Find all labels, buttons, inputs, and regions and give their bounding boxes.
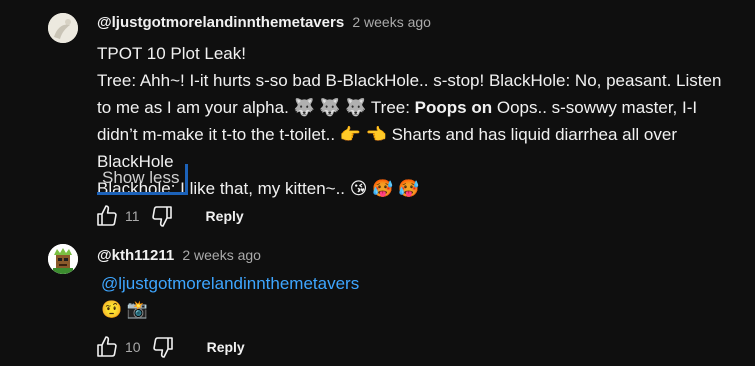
- avatar-image-icon: [48, 244, 78, 274]
- thumbs-down-icon: [151, 206, 172, 227]
- comment-emoji-text: 🤨 📸: [101, 300, 149, 319]
- comment-header: @ljustgotmorelandinnthemetavers 2 weeks …: [97, 14, 431, 31]
- like-count: 10: [125, 339, 141, 355]
- comment-bold-text: Poops on: [414, 98, 493, 117]
- comment-actions: 10 Reply: [93, 333, 245, 361]
- thumbs-down-icon: [152, 337, 173, 358]
- comment-timestamp[interactable]: 2 weeks ago: [352, 14, 431, 30]
- comment-line: Blackhole: I like that, my kitten~.. 😘 🥵…: [97, 179, 420, 198]
- comment-timestamp[interactable]: 2 weeks ago: [182, 247, 261, 263]
- dislike-button[interactable]: [148, 202, 176, 230]
- like-count: 11: [125, 208, 140, 224]
- comment-actions: 11 Reply: [93, 202, 244, 230]
- comment-line: Tree: Ahh~! I-it hurts s-so bad B-BlackH…: [97, 67, 727, 175]
- avatar-image-icon: [48, 13, 78, 43]
- comment-author[interactable]: @ljustgotmorelandinnthemetavers: [97, 14, 344, 31]
- avatar[interactable]: [48, 13, 78, 43]
- mention-link[interactable]: @ljustgotmorelandinnthemetavers: [101, 274, 359, 294]
- reply-button[interactable]: Reply: [207, 339, 245, 355]
- reply-button[interactable]: Reply: [206, 208, 244, 224]
- like-button[interactable]: [93, 202, 121, 230]
- thumbs-up-icon: [97, 336, 117, 357]
- avatar[interactable]: [48, 244, 78, 274]
- comment-header: @kth11211 2 weeks ago: [97, 247, 261, 264]
- comment-text: TPOT 10 Plot Leak! Tree: Ahh~! I-it hurt…: [97, 40, 727, 202]
- dislike-button[interactable]: [149, 333, 177, 361]
- comments-section: @ljustgotmorelandinnthemetavers 2 weeks …: [0, 0, 755, 366]
- comment-line: TPOT 10 Plot Leak!: [97, 44, 246, 63]
- show-less-button[interactable]: Show less: [97, 164, 189, 195]
- thumbs-up-icon: [97, 205, 117, 226]
- comment-author[interactable]: @kth11211: [97, 247, 174, 264]
- like-button[interactable]: [93, 333, 121, 361]
